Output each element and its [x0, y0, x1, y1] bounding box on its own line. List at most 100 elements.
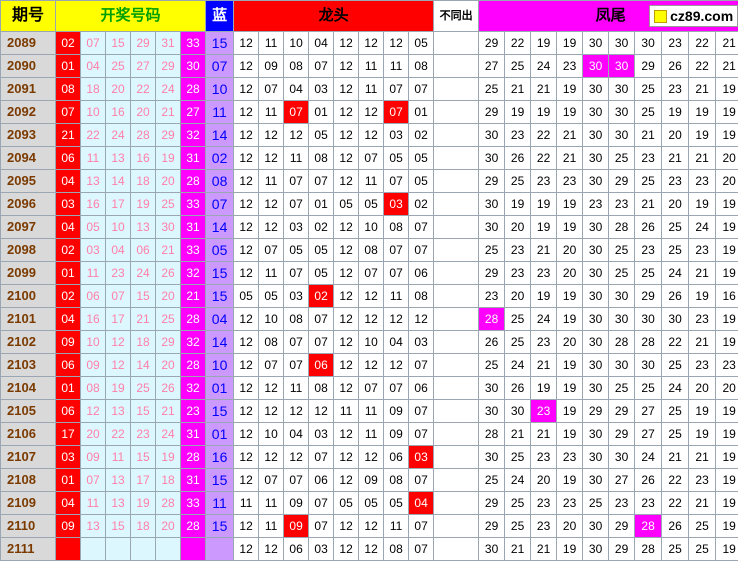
phoenix-tail-cell: 25 [505, 515, 531, 538]
blue-ball-cell: 07 [206, 193, 234, 216]
phoenix-tail-cell: 25 [689, 538, 716, 561]
phoenix-tail-cell: 25 [479, 354, 505, 377]
phoenix-tail-cell: 19 [716, 124, 738, 147]
phoenix-tail-cell: 30 [662, 308, 689, 331]
dragon-head-cell: 12 [234, 331, 259, 354]
phoenix-tail-cell: 28 [479, 308, 505, 331]
table-row: 2100020607152021150505030212121108232019… [1, 285, 738, 308]
period-cell: 2098 [1, 239, 56, 262]
phoenix-tail-cell: 30 [609, 446, 635, 469]
period-cell: 2103 [1, 354, 56, 377]
red-ball-cell: 18 [131, 515, 156, 538]
phoenix-tail-cell: 30 [609, 78, 635, 101]
phoenix-tail-cell: 20 [689, 377, 716, 400]
phoenix-tail-cell: 19 [557, 308, 583, 331]
red-ball-cell: 28 [181, 354, 206, 377]
red-ball-cell: 13 [106, 400, 131, 423]
phoenix-tail-cell: 30 [479, 124, 505, 147]
header-row: 期号 开奖号码 蓝 龙头 不同出 凤尾 cz89.com [1, 1, 738, 32]
phoenix-tail-cell: 23 [531, 515, 557, 538]
phoenix-tail-cell: 26 [662, 55, 689, 78]
phoenix-tail-cell: 30 [583, 170, 609, 193]
dragon-head-cell: 12 [234, 377, 259, 400]
blue-ball-cell: 02 [206, 147, 234, 170]
phoenix-tail-cell: 26 [662, 285, 689, 308]
red-ball-cell: 19 [106, 377, 131, 400]
dragon-head-cell: 01 [409, 101, 434, 124]
red-ball-cell: 06 [56, 400, 81, 423]
dragon-head-cell: 05 [309, 239, 334, 262]
red-ball-cell: 31 [156, 32, 181, 55]
not-repeat-cell [434, 32, 479, 55]
phoenix-tail-cell: 19 [557, 469, 583, 492]
blue-ball-cell: 08 [206, 170, 234, 193]
red-ball-cell: 24 [156, 78, 181, 101]
red-ball-cell: 21 [56, 124, 81, 147]
dragon-head-cell: 12 [384, 354, 409, 377]
dragon-head-cell: 11 [259, 32, 284, 55]
phoenix-tail-cell: 20 [505, 216, 531, 239]
phoenix-tail-cell: 25 [662, 354, 689, 377]
phoenix-tail-cell: 30 [583, 147, 609, 170]
table-row: 2106172022232431011210040312110907282121… [1, 423, 738, 446]
phoenix-tail-cell: 19 [557, 193, 583, 216]
phoenix-tail-cell: 25 [505, 308, 531, 331]
table-row: 2097040510133031141212030212100807302019… [1, 216, 738, 239]
phoenix-tail-cell: 19 [716, 262, 738, 285]
dragon-head-cell: 12 [234, 308, 259, 331]
phoenix-tail-cell: 30 [479, 400, 505, 423]
dragon-head-cell: 12 [234, 515, 259, 538]
table-row: 2096031617192533071212070105050302301919… [1, 193, 738, 216]
blue-ball-cell: 14 [206, 216, 234, 239]
period-cell: 2097 [1, 216, 56, 239]
period-header: 期号 [1, 1, 56, 32]
phoenix-tail-cell: 23 [635, 147, 662, 170]
phoenix-tail-cell: 21 [662, 446, 689, 469]
period-cell: 2100 [1, 285, 56, 308]
dragon-head-cell: 12 [334, 423, 359, 446]
phoenix-tail-cell: 25 [505, 446, 531, 469]
dragon-head-cell: 12 [359, 32, 384, 55]
red-ball-cell: 28 [181, 308, 206, 331]
phoenix-tail-cell: 30 [583, 101, 609, 124]
dragon-head-cell: 12 [334, 32, 359, 55]
dragon-head-cell: 12 [334, 538, 359, 561]
dragon-head-cell: 07 [409, 538, 434, 561]
phoenix-tail-cell: 19 [531, 285, 557, 308]
dragon-head-cell: 09 [359, 469, 384, 492]
phoenix-tail-cell: 23 [689, 469, 716, 492]
phoenix-tail-cell: 25 [662, 239, 689, 262]
phoenix-tail-cell: 19 [716, 101, 738, 124]
phoenix-tail-cell: 19 [505, 193, 531, 216]
phoenix-tail-cell: 29 [609, 400, 635, 423]
period-cell: 2096 [1, 193, 56, 216]
red-ball-cell: 21 [156, 101, 181, 124]
phoenix-tail-cell: 25 [662, 423, 689, 446]
logo-square-icon [654, 10, 667, 23]
phoenix-tail-cell: 23 [689, 354, 716, 377]
dragon-head-cell: 03 [409, 331, 434, 354]
red-ball-cell: 31 [181, 147, 206, 170]
phoenix-tail-cell: 24 [531, 308, 557, 331]
dragon-head-cell: 07 [309, 331, 334, 354]
phoenix-tail-cell: 26 [505, 147, 531, 170]
dragon-head-cell: 05 [234, 285, 259, 308]
dragon-head-cell: 07 [409, 216, 434, 239]
dragon-head-cell: 07 [409, 354, 434, 377]
not-repeat-cell [434, 400, 479, 423]
red-ball-cell: 25 [131, 377, 156, 400]
phoenix-tail-cell: 25 [635, 170, 662, 193]
red-ball-cell: 12 [81, 400, 106, 423]
phoenix-tail-cell: 16 [716, 285, 738, 308]
phoenix-tail-cell: 30 [479, 377, 505, 400]
phoenix-tail-cell: 20 [716, 147, 738, 170]
dragon-head-cell: 12 [359, 308, 384, 331]
phoenix-tail-cell: 29 [609, 423, 635, 446]
not-repeat-cell [434, 239, 479, 262]
blue-ball-cell: 14 [206, 124, 234, 147]
dragon-head-cell: 06 [409, 377, 434, 400]
phoenix-tail-cell: 22 [531, 124, 557, 147]
red-ball-cell: 04 [56, 170, 81, 193]
dragon-head-cell: 12 [334, 216, 359, 239]
dragon-head-cell: 12 [259, 216, 284, 239]
